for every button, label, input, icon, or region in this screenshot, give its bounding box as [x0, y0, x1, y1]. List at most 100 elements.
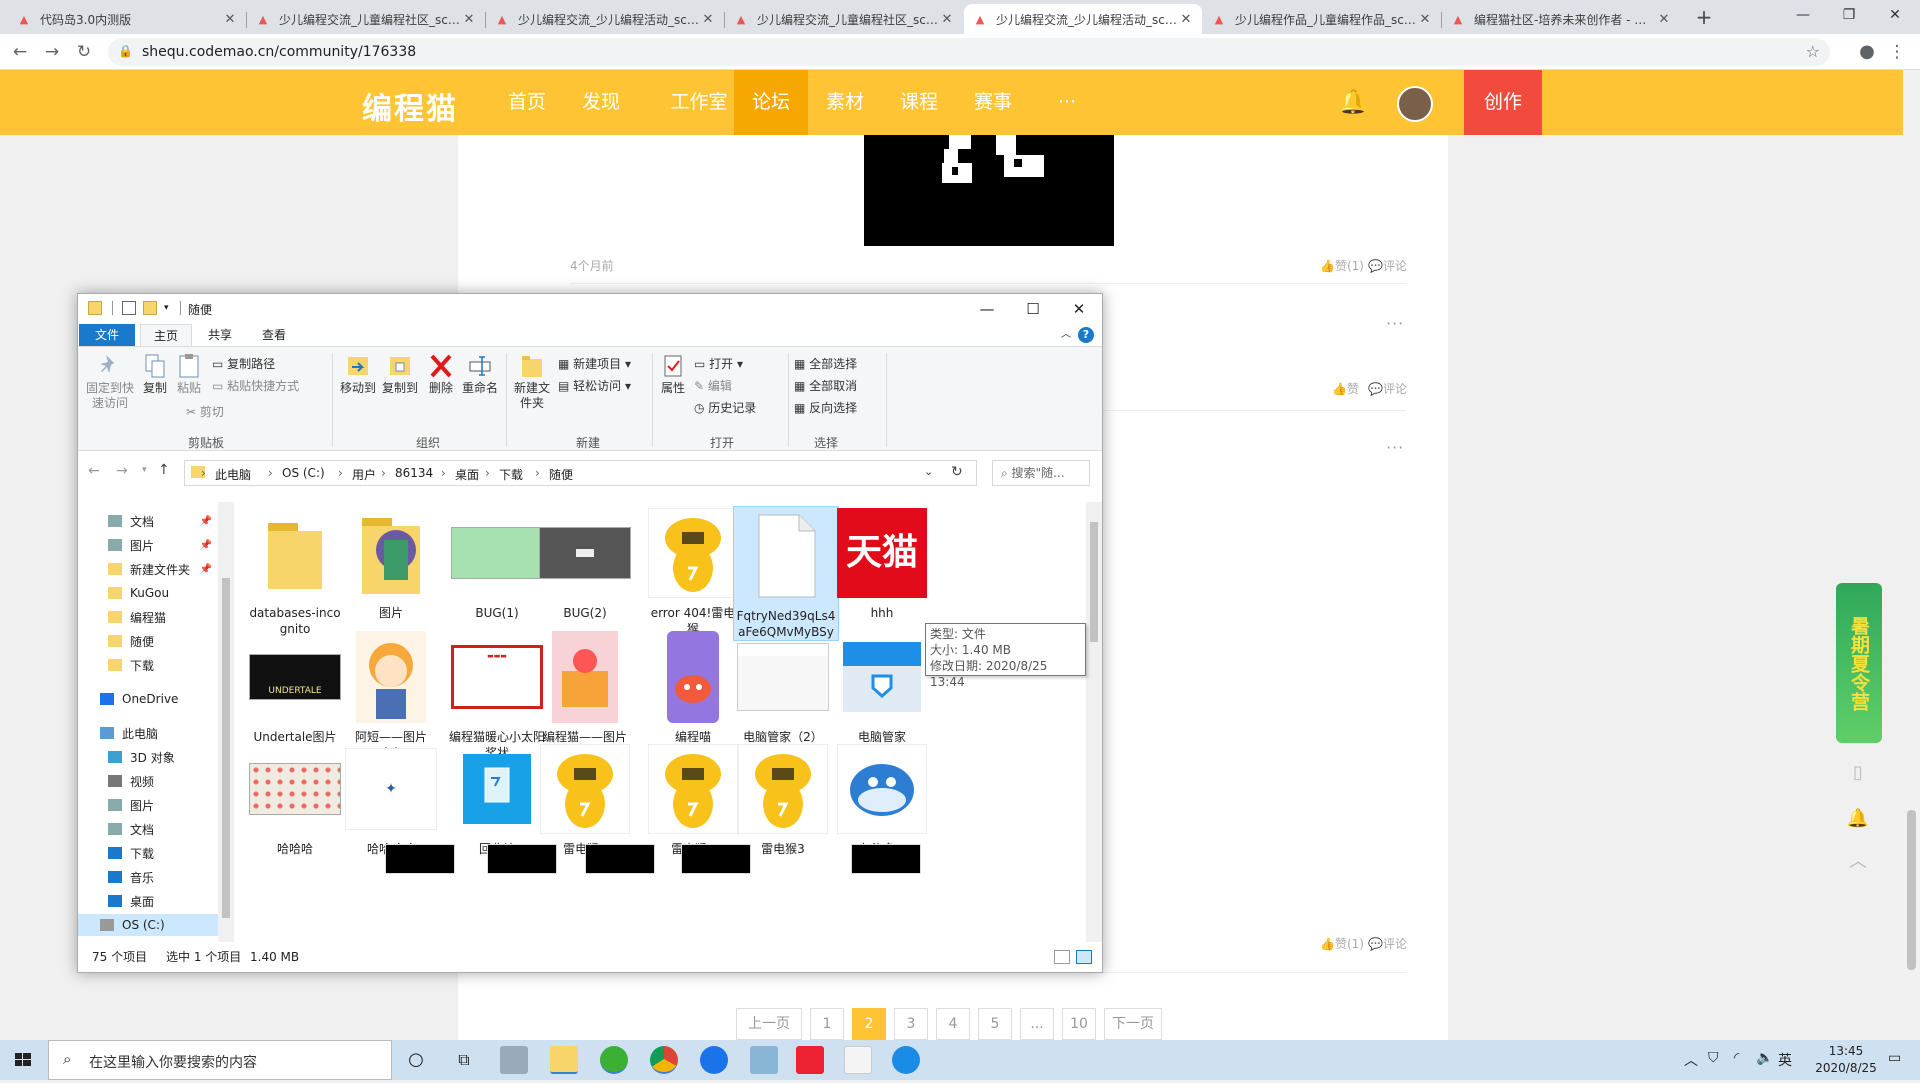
collapse-ribbon-icon[interactable]: ︿: [1056, 324, 1076, 346]
system-clock[interactable]: 13:45 2020/8/25: [1808, 1043, 1884, 1077]
security-shield-icon[interactable]: ⛉: [1708, 1050, 1719, 1066]
new-tab-button[interactable]: +: [1692, 6, 1716, 30]
nav-pane-item[interactable]: 图片: [78, 794, 218, 816]
breadcrumb-item[interactable]: 86134: [395, 466, 433, 480]
select-none-button[interactable]: ▦ 全部取消: [794, 377, 857, 394]
file-item[interactable]: UNDERTALE Undertale图片: [245, 630, 345, 745]
file-item[interactable]: 气泡鱼1: [832, 742, 932, 857]
page-button[interactable]: 上一页: [736, 1008, 802, 1040]
volume-icon[interactable]: 🔈: [1756, 1050, 1773, 1066]
page-button[interactable]: 下一页: [1104, 1008, 1162, 1040]
properties-check-icon[interactable]: [122, 301, 136, 315]
breadcrumb-item[interactable]: 此电脑: [215, 466, 251, 483]
edge-app-icon[interactable]: [700, 1046, 728, 1074]
file-item[interactable]: ✦哈哈哈哈: [341, 742, 441, 857]
browser-tab[interactable]: ▲ 少儿编程交流_少儿编程活动_scratch ✕: [486, 4, 724, 34]
breadcrumb-item[interactable]: 用户: [352, 466, 376, 483]
tab-home[interactable]: 主页: [140, 324, 192, 346]
nav-pane-item[interactable]: 新建文件夹 📌: [78, 558, 218, 580]
nav-item[interactable]: ···: [1030, 70, 1104, 135]
reload-icon[interactable]: ↻: [72, 40, 96, 64]
nav-pane-item[interactable]: OneDrive: [78, 688, 218, 710]
site-logo[interactable]: 编程猫: [362, 84, 458, 128]
nav-pane-scrollbar[interactable]: [218, 502, 234, 942]
ime-indicator[interactable]: 英: [1778, 1050, 1792, 1070]
wifi-icon[interactable]: ◜: [1734, 1050, 1739, 1066]
like-button[interactable]: 👍赞(1): [1320, 935, 1364, 952]
more-options-icon[interactable]: ···: [1386, 438, 1404, 457]
nav-pane-item[interactable]: 随便: [78, 630, 218, 652]
details-view-icon[interactable]: [1054, 950, 1070, 964]
nav-item[interactable]: 工作室: [654, 70, 744, 135]
delete-button[interactable]: 删除: [426, 353, 456, 396]
page-button[interactable]: 1: [810, 1008, 844, 1040]
nav-pane-item[interactable]: 下载: [78, 842, 218, 864]
close-tab-icon[interactable]: ✕: [1178, 12, 1194, 27]
path-breadcrumb[interactable]: › 此电脑 › OS (C:) › 用户 › 86134 › 桌面 › 下载 › 随便 ⌄ ↻: [184, 460, 977, 486]
close-window-button[interactable]: ✕: [1872, 0, 1918, 30]
invert-selection-button[interactable]: ▦ 反向选择: [794, 399, 857, 416]
file-item[interactable]: BUG(1): [447, 506, 547, 621]
restore-window-button[interactable]: ❐: [1826, 0, 1872, 30]
profile-icon[interactable]: ●: [1855, 40, 1879, 64]
file-item[interactable]: 电脑管家（2）: [733, 630, 833, 745]
start-button[interactable]: [0, 1040, 48, 1080]
image-thumbnail-icon[interactable]: [385, 844, 455, 874]
breadcrumb-item[interactable]: 桌面: [455, 466, 479, 483]
browser-tab[interactable]: ▲ 代码岛3.0内测版 ✕: [8, 4, 246, 34]
nav-item[interactable]: 论坛: [734, 70, 808, 135]
task-view-icon[interactable]: ⧉: [450, 1046, 478, 1074]
large-icons-view-icon[interactable]: [1076, 950, 1092, 964]
file-item[interactable]: 回收站: [447, 742, 547, 857]
copy-to-button[interactable]: 复制到: [380, 353, 420, 396]
chevron-right-icon[interactable]: ›: [201, 466, 206, 480]
page-button[interactable]: ...: [1020, 1008, 1054, 1040]
paint-app-icon[interactable]: [500, 1046, 528, 1074]
scrollbar-thumb[interactable]: [1907, 810, 1916, 970]
nav-pane-item[interactable]: OS (C:): [78, 914, 218, 936]
kugou-app-icon[interactable]: [892, 1046, 920, 1074]
notification-bell-icon[interactable]: 🔔: [1842, 803, 1874, 835]
page-button[interactable]: 3: [894, 1008, 928, 1040]
new-item-button[interactable]: ▦ 新建项目 ▾: [558, 355, 631, 372]
bell-icon[interactable]: 🔔: [1338, 88, 1368, 116]
page-button[interactable]: 4: [936, 1008, 970, 1040]
select-all-button[interactable]: ▦ 全部选择: [794, 355, 857, 372]
copy-path-button[interactable]: ▭ 复制路径: [212, 355, 275, 372]
image-thumbnail-icon[interactable]: [851, 844, 921, 874]
forward-arrow-icon[interactable]: →: [40, 40, 64, 64]
open-button[interactable]: ▭ 打开 ▾: [694, 355, 743, 372]
move-to-button[interactable]: 移动到: [338, 353, 378, 396]
maximize-icon[interactable]: ☐: [1010, 294, 1056, 324]
close-icon[interactable]: ✕: [1056, 294, 1102, 324]
breadcrumb-item[interactable]: OS (C:): [282, 466, 325, 480]
close-tab-icon[interactable]: ✕: [700, 12, 716, 27]
search-input[interactable]: ⌕ 搜索"随...: [992, 460, 1090, 486]
like-button[interactable]: 👍赞: [1332, 380, 1359, 397]
path-dropdown-icon[interactable]: ⌄: [924, 465, 933, 478]
breadcrumb-item[interactable]: 随便: [549, 466, 573, 483]
nav-item[interactable]: 赛事: [956, 70, 1030, 135]
close-tab-icon[interactable]: ✕: [939, 12, 955, 27]
up-arrow-icon[interactable]: ↑: [158, 462, 170, 478]
bookmark-star-icon[interactable]: ☆: [1806, 42, 1820, 61]
file-item[interactable]: 天猫 hhh: [832, 506, 932, 621]
page-button[interactable]: 10: [1062, 1008, 1096, 1040]
file-item[interactable]: error 404!雷电猴: [643, 506, 743, 637]
file-explorer-app-icon[interactable]: [550, 1046, 578, 1074]
menu-kebab-icon[interactable]: ⋮: [1885, 40, 1909, 64]
chevron-right-icon[interactable]: ›: [338, 466, 343, 480]
comment-button[interactable]: 💬评论: [1368, 935, 1407, 952]
history-button[interactable]: ◷ 历史记录: [694, 399, 756, 416]
new-folder-button[interactable]: 新建文件夹: [512, 353, 552, 411]
file-item[interactable]: databases-incognito: [245, 506, 345, 637]
file-item[interactable]: BUG(2): [535, 506, 635, 621]
minimize-window-button[interactable]: —: [1780, 0, 1826, 30]
nav-pane-item[interactable]: 3D 对象: [78, 746, 218, 768]
back-arrow-icon[interactable]: ←: [88, 463, 100, 479]
pin-icon[interactable]: 📌: [200, 540, 212, 551]
summer-camp-banner[interactable]: 暑期夏令营: [1836, 583, 1882, 743]
pin-icon[interactable]: 📌: [200, 564, 212, 575]
chevron-right-icon[interactable]: ›: [485, 466, 490, 480]
tab-share[interactable]: 共享: [194, 324, 246, 346]
